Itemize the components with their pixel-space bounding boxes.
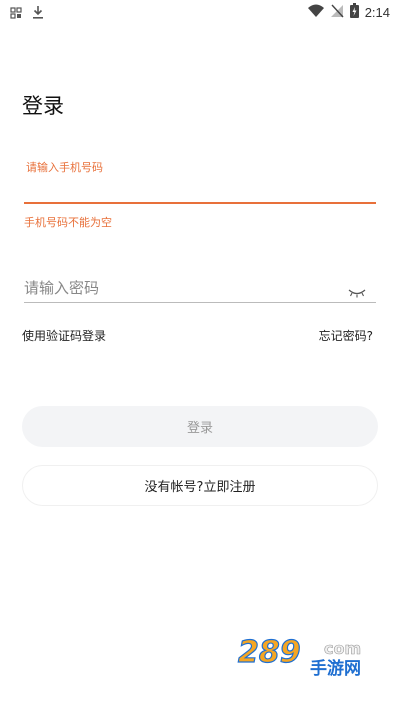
watermark-suffix: com (324, 639, 361, 658)
phone-input[interactable] (24, 178, 376, 202)
download-icon (32, 4, 44, 23)
page-title: 登录 (22, 94, 64, 118)
login-button[interactable]: 登录 (22, 406, 378, 447)
status-bar-left (10, 4, 44, 23)
watermark-logo: 289 com 手游网 (237, 634, 361, 678)
phone-field-label: 请输入手机号码 (26, 161, 103, 174)
phone-error-message: 手机号码不能为空 (24, 216, 112, 229)
status-bar: 2:14 (0, 0, 400, 24)
watermark-main: 289 (238, 635, 301, 670)
eye-closed-icon[interactable] (348, 283, 366, 298)
login-screen: 2:14 登录 请输入手机号码 手机号码不能为空 使用验证码登录 忘记密码? 登… (0, 0, 400, 711)
password-field-underline (24, 302, 376, 303)
gallery-icon (10, 4, 22, 23)
battery-charging-icon (349, 3, 359, 22)
register-button[interactable]: 没有帐号?立即注册 (22, 465, 378, 506)
phone-field-underline (24, 202, 376, 204)
watermark-sub: 手游网 (310, 658, 361, 678)
sms-login-link[interactable]: 使用验证码登录 (22, 327, 106, 344)
status-bar-right: 2:14 (307, 3, 390, 22)
no-signal-icon (330, 3, 344, 22)
password-input[interactable] (24, 276, 344, 300)
wifi-icon (307, 3, 324, 22)
forgot-password-link[interactable]: 忘记密码? (319, 327, 373, 344)
status-time: 2:14 (364, 5, 390, 20)
